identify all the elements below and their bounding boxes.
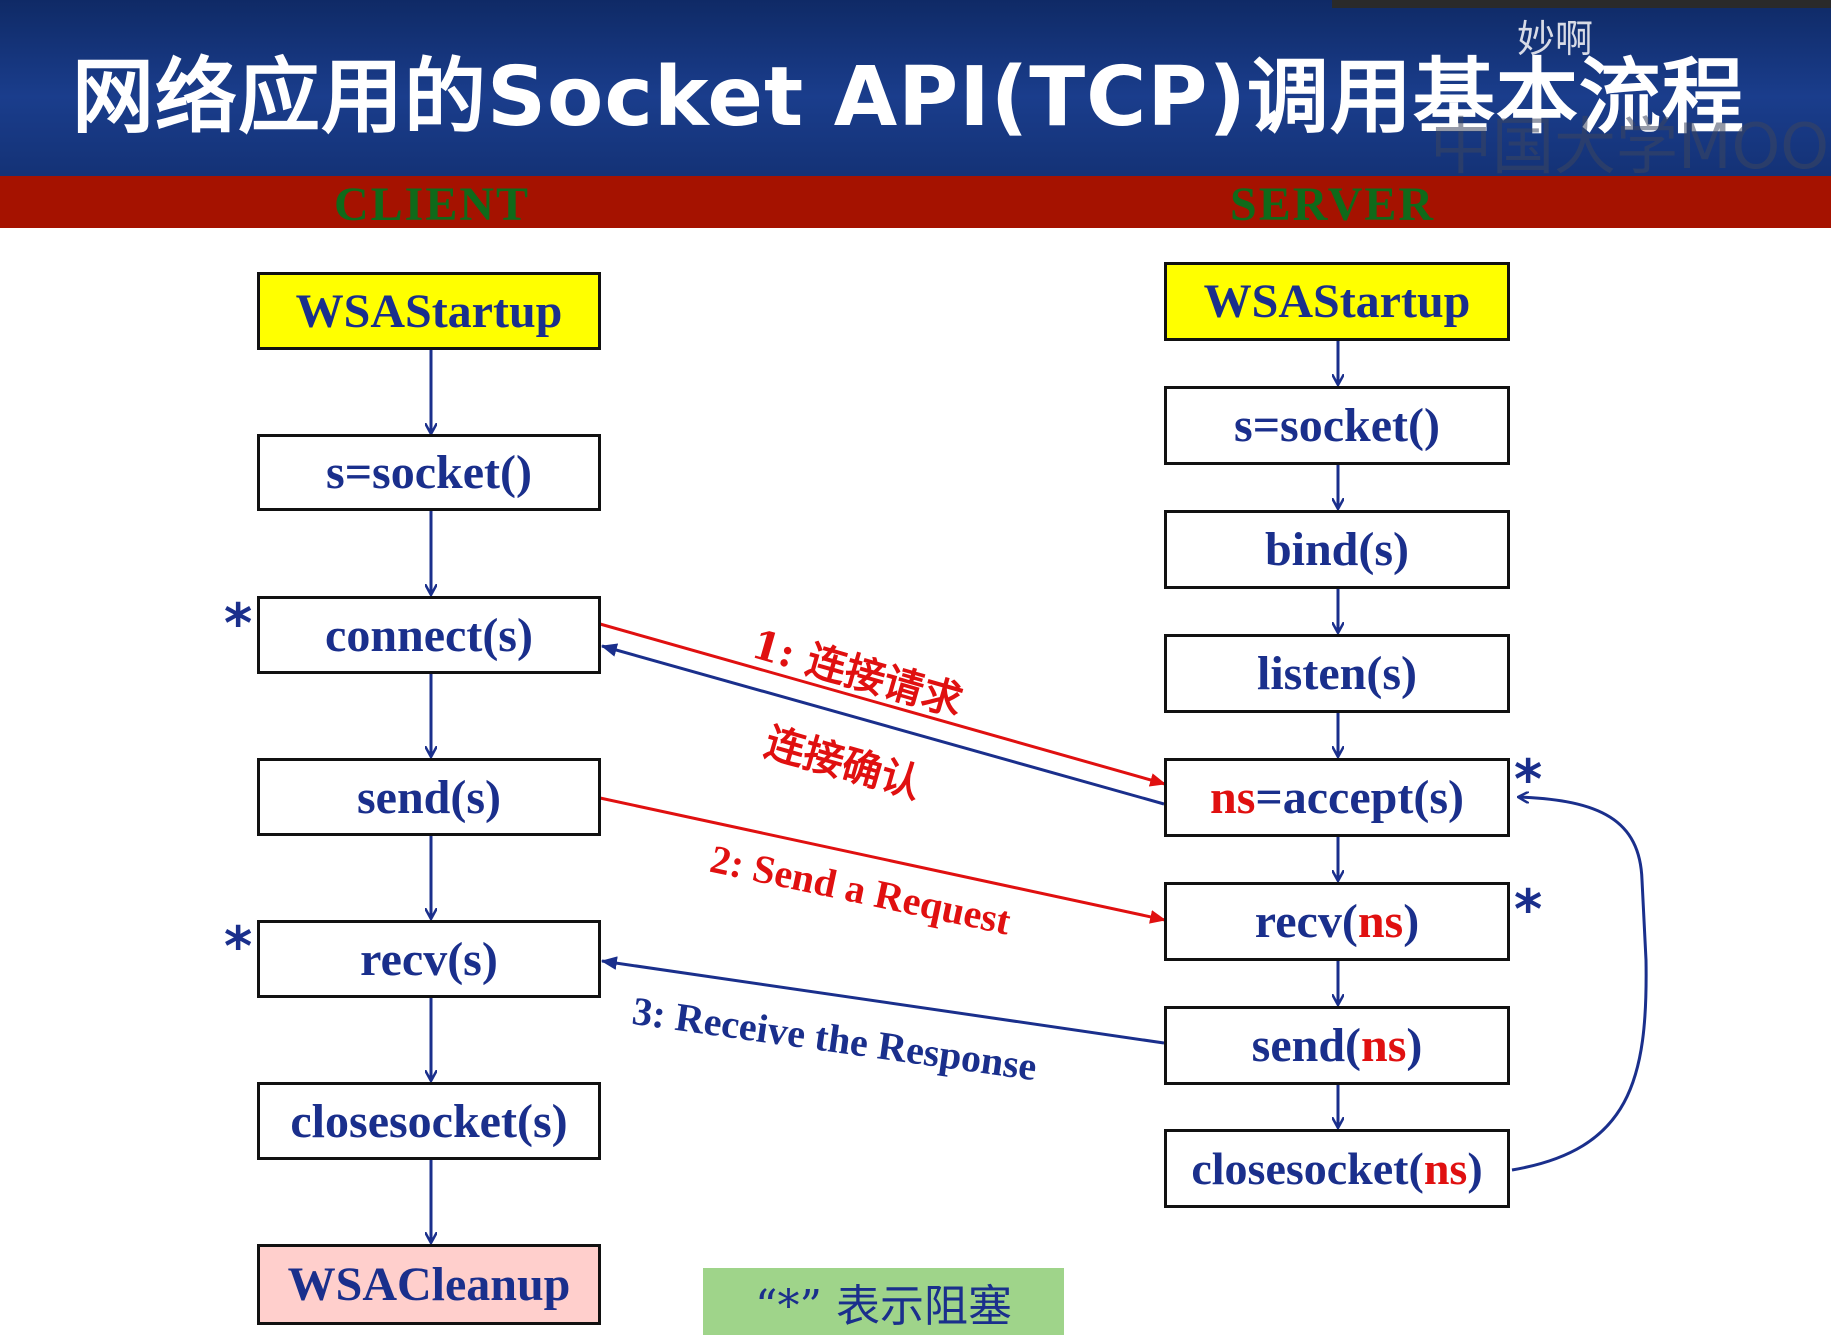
blocking-legend: “*” 表示阻塞 xyxy=(703,1268,1064,1335)
server-listen-box: listen(s) xyxy=(1164,634,1510,713)
ns-variable: ns xyxy=(1361,1019,1407,1072)
client-send-box: send(s) xyxy=(257,758,601,836)
server-bind-box: bind(s) xyxy=(1164,510,1510,589)
closesocket-call-end: ) xyxy=(1467,1143,1483,1194)
server-send-box: send(ns) xyxy=(1164,1006,1510,1085)
accept-call: =accept(s) xyxy=(1255,771,1464,824)
recv-call: recv( xyxy=(1254,895,1358,948)
ns-variable: ns xyxy=(1423,1143,1468,1194)
server-socket-box: s=socket() xyxy=(1164,386,1510,465)
connect-blocking-marker: * xyxy=(224,592,253,655)
client-recv-box: recv(s) xyxy=(257,920,601,998)
recv-call-end: ) xyxy=(1403,895,1420,948)
server-accept-box: ns =accept(s) xyxy=(1164,758,1510,837)
client-wsastartup-box: WSAStartup xyxy=(257,272,601,350)
accept-blocking-marker: * xyxy=(1514,748,1543,811)
closesocket-call: closesocket( xyxy=(1191,1143,1424,1194)
client-wsacleanup-box: WSACleanup xyxy=(257,1244,601,1325)
send-call-end: ) xyxy=(1406,1019,1423,1072)
server-wsastartup-box: WSAStartup xyxy=(1164,262,1510,341)
loop-back-arrow xyxy=(1511,797,1648,1172)
client-connect-box: connect(s) xyxy=(257,596,601,674)
client-closesocket-box: closesocket(s) xyxy=(257,1082,601,1160)
server-recv-box: recv(ns) xyxy=(1164,882,1510,961)
ns-variable: ns xyxy=(1357,895,1404,948)
server-closesocket-box: closesocket(ns) xyxy=(1164,1129,1510,1208)
ns-variable: ns xyxy=(1210,771,1256,824)
client-socket-box: s=socket() xyxy=(257,434,601,511)
server-recv-blocking-marker: * xyxy=(1514,878,1543,941)
client-recv-blocking-marker: * xyxy=(224,915,253,978)
send-call: send( xyxy=(1251,1019,1361,1072)
